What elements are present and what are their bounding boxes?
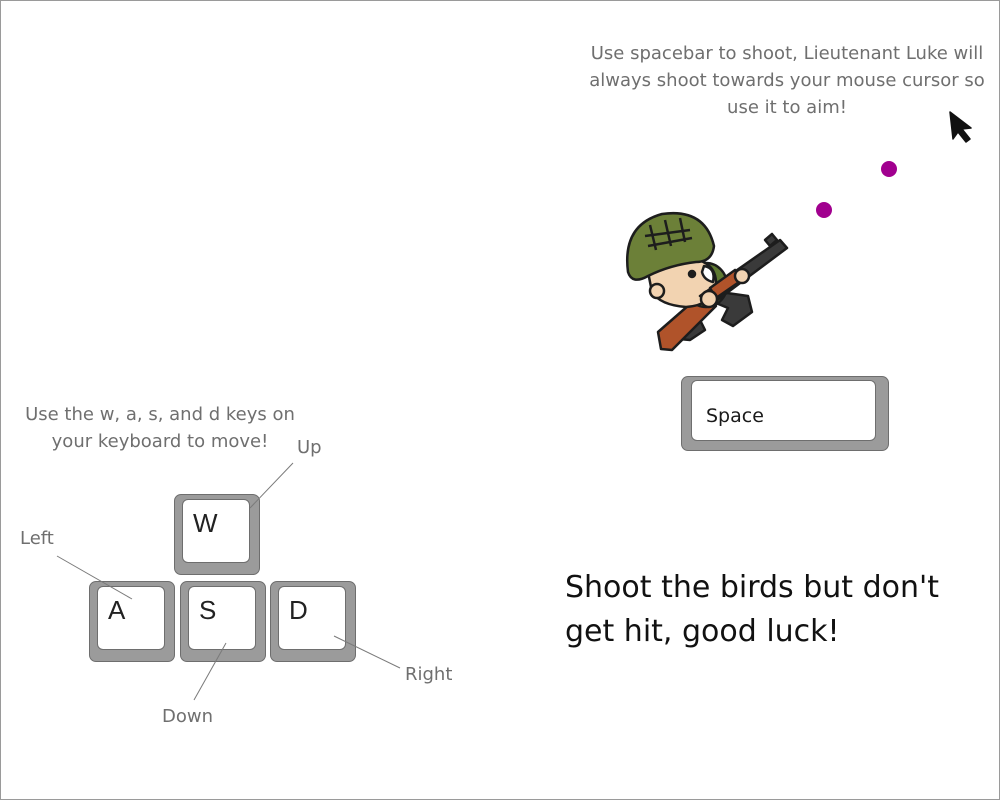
key-s-letter: S: [199, 595, 217, 625]
key-space: Space: [681, 376, 889, 451]
label-up: Up: [297, 437, 322, 458]
key-d-letter: D: [289, 595, 308, 625]
tagline: Shoot the birds but don't get hit, good …: [565, 570, 940, 649]
key-s: S: [180, 581, 266, 662]
key-d: D: [270, 581, 356, 662]
key-w: W: [174, 494, 260, 575]
shooting-instruction: Use spacebar to shoot, Lieutenant Luke w…: [589, 43, 985, 118]
key-a: A: [89, 581, 175, 662]
label-down: Down: [162, 706, 214, 727]
key-space-label: Space: [706, 405, 764, 427]
key-a-letter: A: [108, 595, 126, 625]
label-right: Right: [405, 664, 453, 685]
label-left: Left: [20, 528, 54, 549]
movement-instruction: Use the w, a, s, and d keys on your keyb…: [25, 404, 295, 452]
key-w-letter: W: [193, 508, 218, 538]
